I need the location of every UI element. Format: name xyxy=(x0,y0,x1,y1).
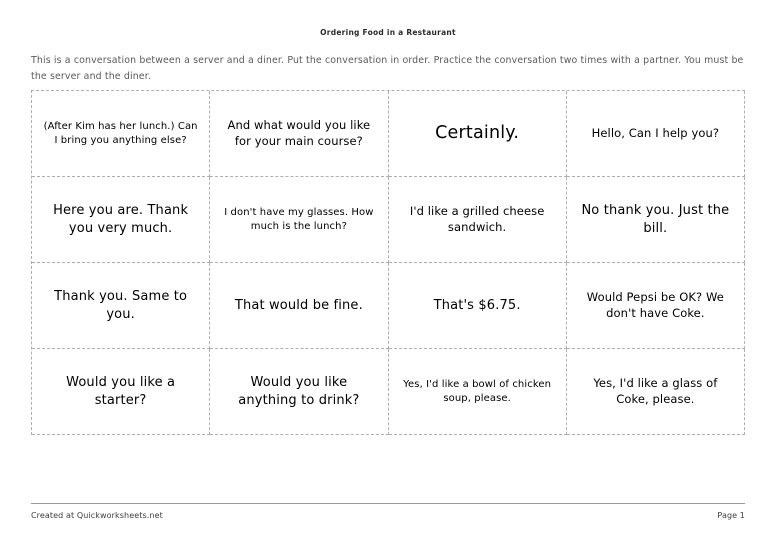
card-text: Would you like anything to drink? xyxy=(238,375,360,408)
card-cell: Hello, Can I help you? xyxy=(566,91,745,177)
cut-out-card-grid: (After Kim has her lunch.) Can I bring y… xyxy=(31,90,745,435)
footer-credit: Created at Quickworksheets.net xyxy=(31,511,163,520)
card-text: No thank you. Just the bill. xyxy=(581,203,730,236)
card-cell: I don't have my glasses. How much is the… xyxy=(210,177,389,263)
card-cell: Certainly. xyxy=(388,91,567,177)
footer-divider xyxy=(31,503,745,504)
worksheet-page: Ordering Food in a Restaurant This is a … xyxy=(0,0,776,548)
card-text: Here you are. Thank you very much. xyxy=(53,203,189,236)
card-cell: That's $6.75. xyxy=(388,263,567,349)
card-cell: (After Kim has her lunch.) Can I bring y… xyxy=(32,91,211,177)
card-cell: I'd like a grilled cheese sandwich. xyxy=(388,177,567,263)
card-cell: Here you are. Thank you very much. xyxy=(32,177,211,263)
card-cell: Yes, I'd like a glass of Coke, please. xyxy=(566,349,745,435)
card-cell: That would be fine. xyxy=(210,263,389,349)
card-text: Yes, I'd like a bowl of chicken soup, pl… xyxy=(403,379,552,404)
card-text: Yes, I'd like a glass of Coke, please. xyxy=(593,376,718,406)
card-text: (After Kim has her lunch.) Can I bring y… xyxy=(43,121,198,146)
card-cell: Would you like a starter? xyxy=(32,349,211,435)
card-text: Thank you. Same to you. xyxy=(54,289,188,322)
footer-page-number: Page 1 xyxy=(717,511,745,520)
page-title: Ordering Food in a Restaurant xyxy=(320,28,456,37)
card-text: That's $6.75. xyxy=(433,297,521,313)
card-text: Would Pepsi be OK? We don't have Coke. xyxy=(586,290,724,320)
card-cell: Thank you. Same to you. xyxy=(32,263,211,349)
card-text: That would be fine. xyxy=(234,297,363,313)
card-text: Certainly. xyxy=(435,122,520,143)
card-text: Hello, Can I help you? xyxy=(591,125,720,140)
card-cell: And what would you like for your main co… xyxy=(210,91,389,177)
card-text: Would you like a starter? xyxy=(66,375,176,408)
card-cell: Would you like anything to drink? xyxy=(210,349,389,435)
instructions-text: This is a conversation between a server … xyxy=(31,55,744,82)
card-cell: Yes, I'd like a bowl of chicken soup, pl… xyxy=(388,349,567,435)
card-cell: Would Pepsi be OK? We don't have Coke. xyxy=(566,263,745,349)
card-text: I don't have my glasses. How much is the… xyxy=(224,207,374,232)
card-cell: No thank you. Just the bill. xyxy=(566,177,745,263)
card-text: And what would you like for your main co… xyxy=(227,118,371,148)
card-text: I'd like a grilled cheese sandwich. xyxy=(409,204,545,234)
